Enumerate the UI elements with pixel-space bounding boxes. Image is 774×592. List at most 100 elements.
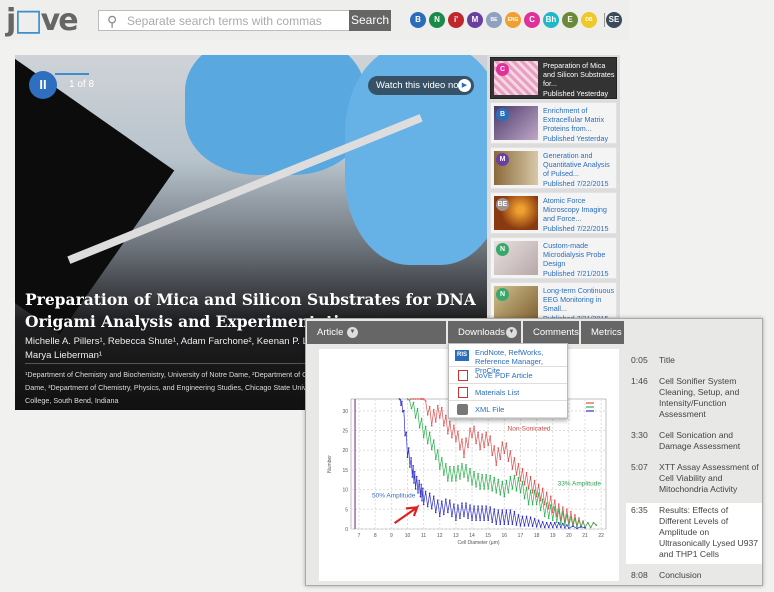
data-point: [558, 508, 560, 510]
data-point: [564, 527, 566, 529]
jove-logo[interactable]: j□ve: [6, 3, 79, 38]
data-point: [428, 492, 431, 495]
sidebar-video-item[interactable]: N Long-term Continuous EEG Monitoring in …: [490, 282, 617, 323]
data-point: [451, 480, 453, 482]
download-option[interactable]: RIS EndNote, RefWorks, Reference Manager,…: [449, 346, 567, 375]
sidebar-video-item[interactable]: N Custom-made Microdialysis Probe Design P…: [490, 237, 617, 279]
x-axis-label: Cell Diameter (µm): [457, 540, 499, 546]
chapter-title: Conclusion: [659, 570, 702, 580]
data-point: [426, 414, 429, 416]
chart-annotation: 33% Amplitude: [558, 481, 602, 488]
data-point: [433, 439, 435, 441]
data-point: [556, 526, 558, 529]
data-point: [475, 486, 477, 488]
data-point: [541, 487, 544, 490]
data-point: [574, 514, 576, 516]
data-point: [554, 521, 556, 524]
data-point: [511, 468, 514, 470]
data-point: [461, 438, 463, 440]
data-point: [424, 490, 427, 493]
data-point: [447, 480, 449, 482]
sidebar-video-item[interactable]: M Generation and Quantitative Analysis of…: [490, 147, 617, 189]
search-input[interactable]: ⚲ Separate search terms with commas: [98, 10, 350, 31]
video-thumbnail: B: [494, 106, 538, 140]
data-point: [543, 526, 546, 529]
data-point: [511, 523, 514, 525]
watch-video-button[interactable]: Watch this video now ▶: [368, 76, 474, 95]
chapter-item[interactable]: 6:35 Results: Effects of Different Levels…: [626, 503, 762, 564]
data-point: [403, 409, 405, 412]
tab-downloads[interactable]: Downloads ▼: [448, 321, 521, 344]
data-point: [552, 526, 554, 529]
tab-metrics[interactable]: Metrics: [581, 321, 624, 344]
data-point: [505, 442, 508, 444]
ris-icon: RIS: [455, 350, 469, 361]
data-point: [535, 525, 538, 528]
x-tick-label: 17: [518, 533, 524, 539]
section-badge[interactable]: E: [562, 12, 578, 28]
xml-file-icon: [457, 404, 468, 415]
section-badge[interactable]: BE: [486, 12, 502, 28]
section-badge[interactable]: M: [467, 12, 483, 28]
data-point: [412, 401, 415, 404]
data-point: [527, 503, 530, 506]
chapter-title: Cell Sonication and Damage Assessment: [659, 430, 741, 451]
section-badge[interactable]: ENG: [505, 12, 521, 28]
chapter-item[interactable]: 0:05 Title: [626, 353, 762, 370]
data-point: [401, 410, 404, 413]
data-point: [483, 519, 485, 522]
chapter-item[interactable]: 3:30 Cell Sonication and Damage Assessmen…: [626, 428, 762, 456]
section-badge[interactable]: N: [429, 12, 445, 28]
section-badge[interactable]: SE: [606, 12, 622, 28]
data-point: [491, 490, 493, 492]
data-point: [554, 506, 556, 508]
tab-comments[interactable]: Comments: [523, 321, 579, 344]
section-badge[interactable]: C: [524, 12, 540, 28]
download-option[interactable]: XML File: [449, 401, 567, 418]
data-point: [570, 516, 572, 518]
data-point: [410, 398, 412, 400]
sidebar-video-item[interactable]: C Preparation of Mica and Silicon Substra…: [490, 57, 617, 99]
data-point: [477, 431, 479, 433]
download-option[interactable]: JoVE PDF Article: [449, 367, 567, 384]
data-point: [457, 504, 459, 506]
data-point: [404, 434, 406, 437]
data-point: [507, 523, 510, 525]
sidebar-video-item[interactable]: BE Atomic Force Microscopy Imaging and Fo…: [490, 192, 617, 234]
video-title: Preparation of Mica and Silicon Substrat…: [543, 61, 615, 89]
download-option[interactable]: Materials List: [449, 384, 567, 401]
section-badge[interactable]: B: [410, 12, 426, 28]
video-title: Generation and Quantitative Analysis of …: [543, 151, 610, 179]
play-icon: ▶: [458, 79, 471, 92]
search-icon: ⚲: [107, 13, 118, 29]
section-badge[interactable]: i': [448, 12, 464, 28]
chapter-item[interactable]: 1:46 Cell Sonifier System Cleaning, Setup…: [626, 374, 762, 424]
sidebar-video-item[interactable]: B Enrichment of Extracellular Matrix Prot…: [490, 102, 617, 144]
data-point: [499, 494, 501, 496]
data-point: [505, 509, 508, 511]
search-button[interactable]: Search: [349, 10, 391, 31]
data-point: [527, 525, 530, 527]
chevron-down-icon[interactable]: ▼: [506, 327, 517, 338]
data-point: [479, 519, 481, 522]
data-point: [453, 424, 455, 427]
data-point: [457, 430, 459, 433]
data-point: [493, 508, 495, 510]
tab-article[interactable]: Article ▼: [307, 321, 446, 344]
chevron-down-icon[interactable]: ▼: [347, 327, 358, 338]
data-point: [566, 514, 568, 516]
chapter-item[interactable]: 8:08 Conclusion: [626, 568, 762, 585]
pause-button[interactable]: II: [29, 71, 57, 99]
data-point: [467, 480, 469, 482]
section-badge[interactable]: DB: [581, 12, 597, 28]
data-point: [576, 525, 578, 528]
data-point: [441, 500, 443, 502]
data-point: [580, 526, 582, 528]
data-point: [411, 476, 414, 478]
data-point: [541, 521, 544, 523]
data-point: [495, 523, 497, 525]
section-badge[interactable]: Bh: [543, 12, 559, 28]
data-point: [517, 514, 520, 516]
data-point: [463, 476, 465, 478]
chapter-item[interactable]: 5:07 XTT Assay Assessment of Cell Viabili…: [626, 460, 762, 499]
